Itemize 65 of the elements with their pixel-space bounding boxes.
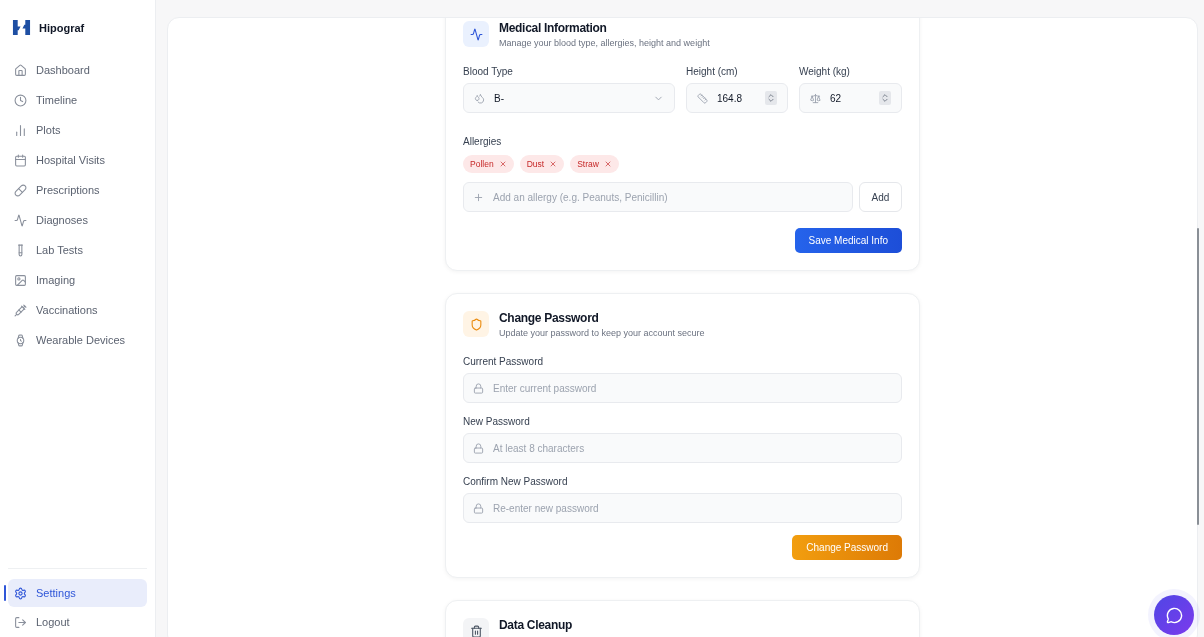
field-label: Current Password	[463, 356, 545, 367]
bar-chart-icon	[14, 123, 27, 137]
pill-icon	[14, 183, 27, 197]
droplets-icon	[474, 92, 485, 104]
allergy-tag: Pollen	[463, 155, 514, 173]
field-label: New Password	[463, 416, 531, 427]
spinner-icon[interactable]	[879, 91, 891, 105]
nav-item[interactable]: Wearable Devices	[8, 329, 147, 351]
watch-icon	[14, 333, 27, 347]
nav-item[interactable]: Prescriptions	[8, 179, 147, 201]
nav-item[interactable]: Imaging	[8, 269, 147, 291]
home-icon	[14, 63, 27, 77]
blood-type-select[interactable]: B-	[463, 83, 675, 113]
weight-field[interactable]: 62	[799, 83, 902, 113]
field-label: Confirm New Password	[463, 476, 569, 487]
field-label: Blood Type	[463, 66, 514, 77]
nav-item[interactable]: Dashboard	[8, 59, 147, 81]
allergy-tag: Dust	[519, 155, 565, 173]
scale-icon	[810, 92, 821, 104]
ruler-icon	[697, 92, 708, 104]
image-icon	[14, 273, 27, 287]
nav-item[interactable]: Logout	[8, 611, 147, 633]
field-label: Weight (kg)	[799, 66, 851, 77]
clock-icon	[14, 93, 27, 107]
allergy-input-field[interactable]: Add an allergy (e.g. Peanuts, Penicillin)	[463, 182, 853, 212]
nav-item[interactable]: Diagnoses	[8, 209, 147, 231]
lock-icon	[473, 442, 484, 454]
card-title: Change Password	[499, 311, 600, 325]
shield-icon	[463, 311, 489, 337]
chat-icon	[1165, 606, 1183, 624]
pulse-icon	[463, 21, 489, 47]
field-label: Height (cm)	[686, 66, 739, 77]
pulse-icon	[14, 213, 27, 227]
password-field[interactable]: At least 8 characters	[463, 433, 902, 463]
lock-icon	[473, 382, 484, 394]
logout-icon	[14, 615, 27, 629]
card-title: Medical Information	[499, 21, 608, 35]
lock-icon	[473, 502, 484, 514]
nav-item[interactable]: Hospital Visits	[8, 149, 147, 171]
scrollbar-thumb[interactable]	[1197, 228, 1199, 525]
brand-name: Hipograf	[39, 21, 85, 34]
remove-icon[interactable]	[498, 160, 507, 168]
card-subtitle: Manage your blood type, allergies, height and weight	[499, 38, 710, 48]
logo-icon	[12, 18, 31, 37]
remove-icon[interactable]	[549, 160, 558, 168]
settings-icon	[14, 586, 27, 600]
nav-item[interactable]: Lab Tests	[8, 239, 147, 261]
syringe-icon	[14, 303, 27, 317]
password-field[interactable]: Re-enter new password	[463, 493, 902, 523]
height-field[interactable]: 164.8	[686, 83, 788, 113]
calendar-icon	[14, 153, 27, 167]
save-button[interactable]: Save Medical Info	[794, 228, 902, 253]
add-button[interactable]: Add	[859, 182, 902, 212]
nav-item[interactable]: Timeline	[8, 89, 147, 111]
card-subtitle: Update your password to keep your account secure	[499, 328, 705, 338]
plus-icon	[473, 191, 484, 203]
card-title: Data Cleanup	[499, 618, 573, 632]
nav-item[interactable]: Vaccinations	[8, 299, 147, 321]
spinner-icon[interactable]	[765, 91, 777, 105]
password-field[interactable]: Enter current password	[463, 373, 902, 403]
active-indicator	[4, 585, 6, 601]
remove-icon[interactable]	[603, 160, 612, 168]
nav-item[interactable]: Plots	[8, 119, 147, 141]
allergy-tag: Straw	[570, 155, 619, 173]
field-label: Allergies	[463, 136, 502, 147]
